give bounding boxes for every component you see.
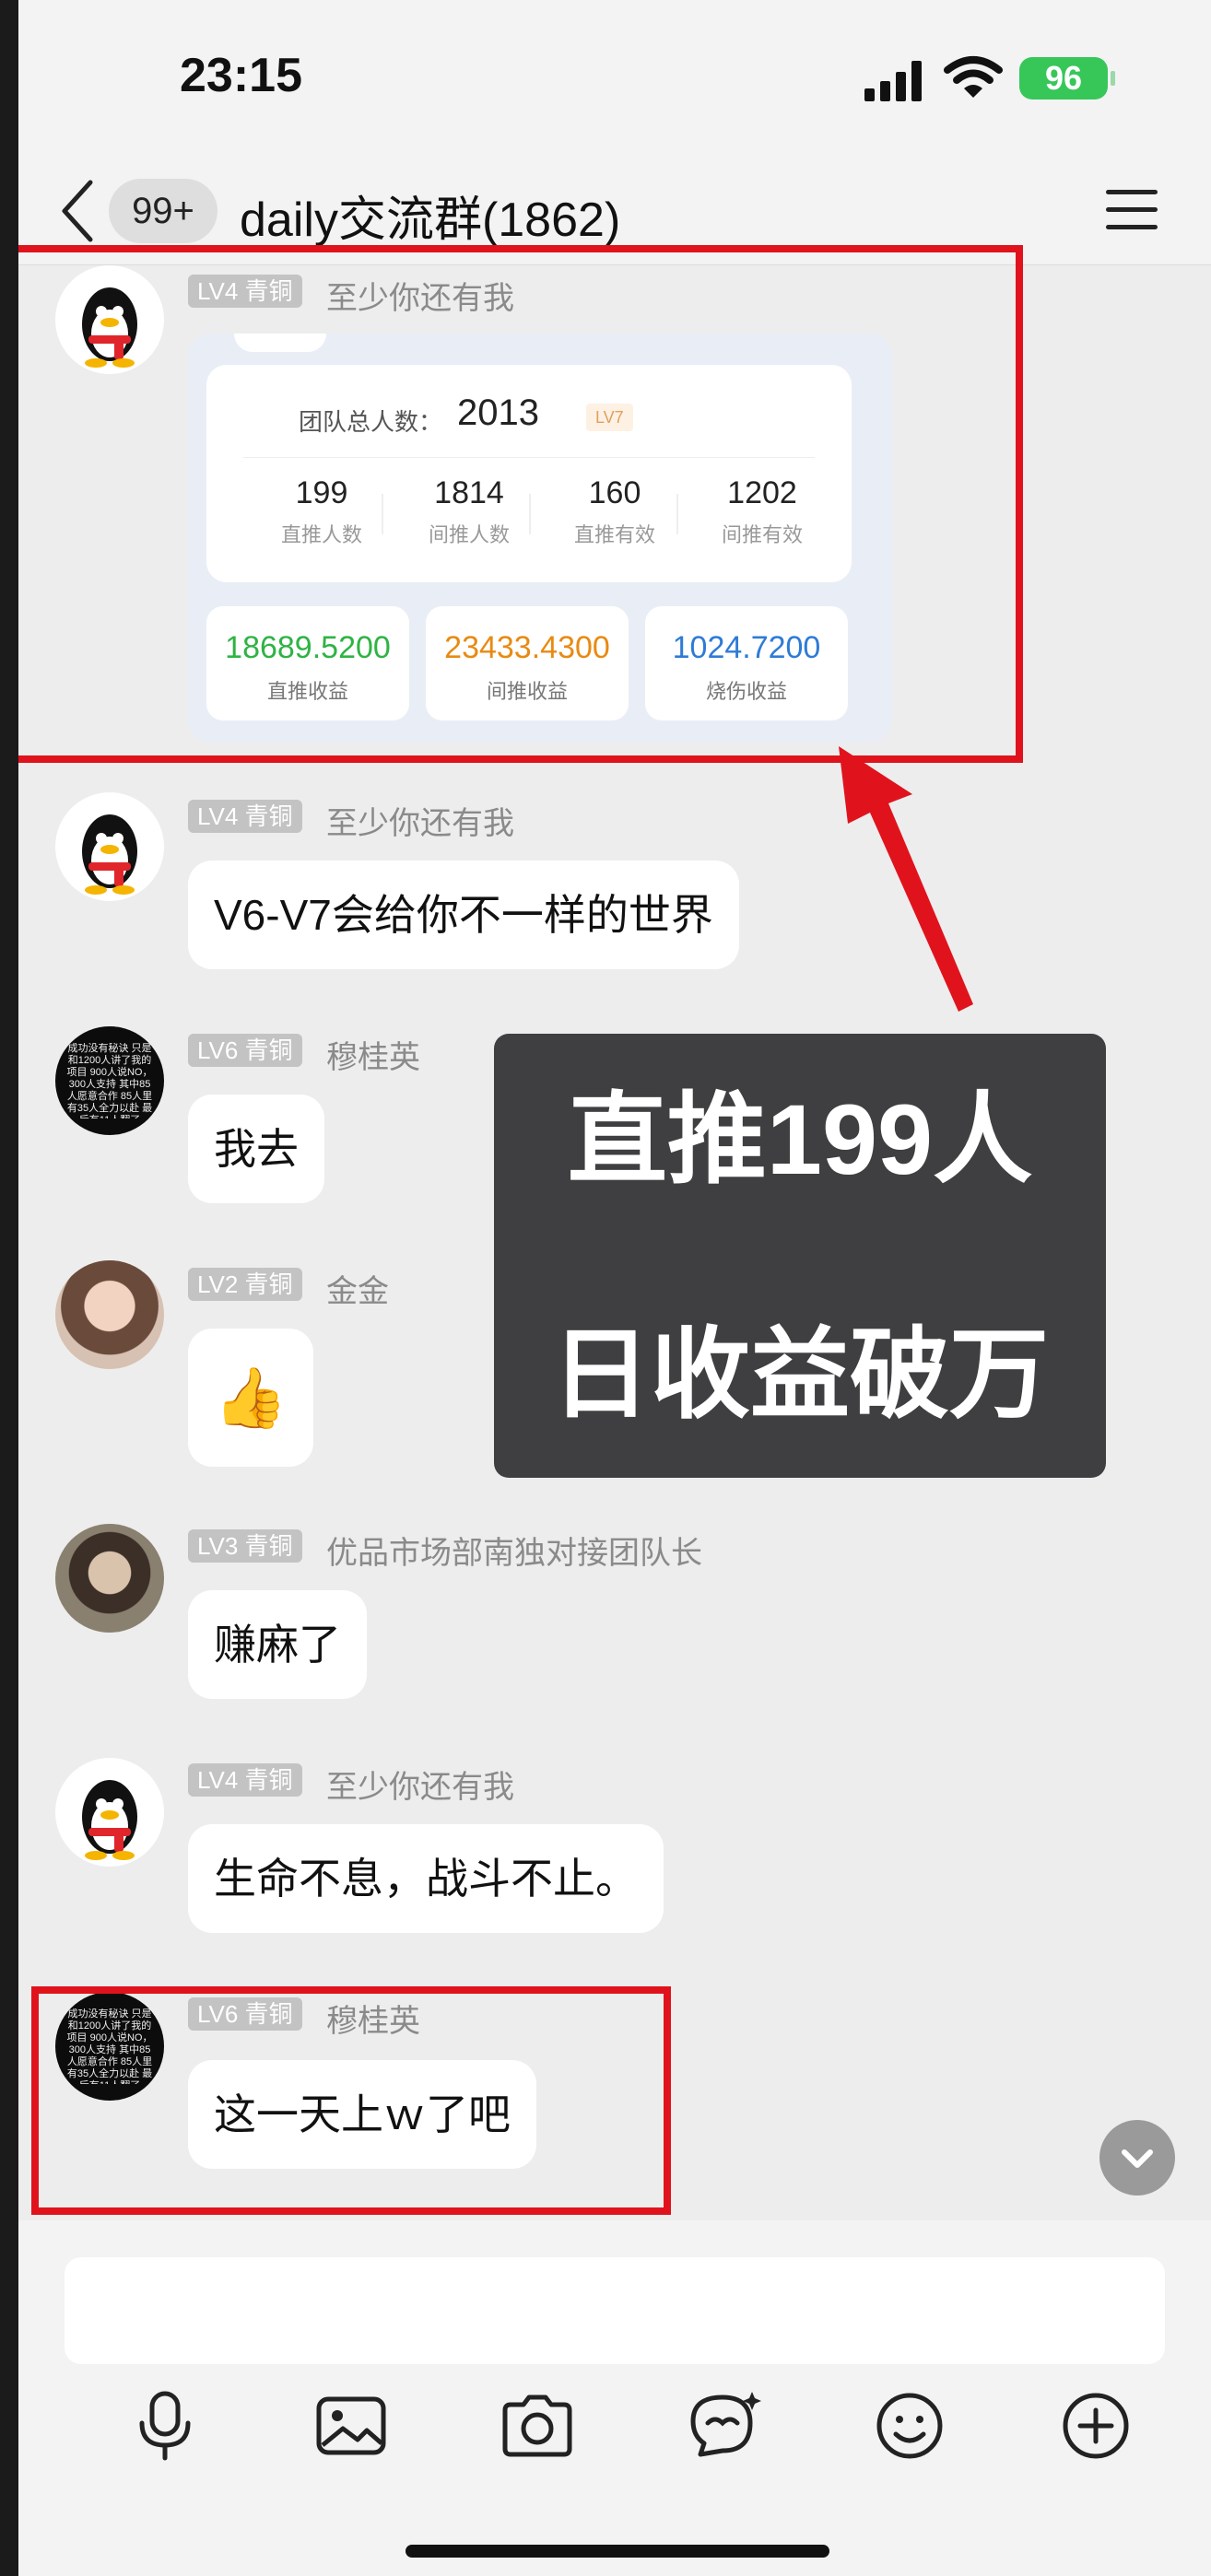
image-icon[interactable] [310,2384,393,2467]
level-badge: LV6 青铜 [188,1034,302,1067]
qq-penguin-avatar[interactable] [55,792,164,901]
home-indicator [406,2545,829,2558]
status-time: 23:15 [180,49,302,102]
message-bubble[interactable]: 生命不息，战斗不止。 [188,1824,664,1933]
overlay-line-1: 直推199人 [567,1083,1033,1195]
level-badge: LV2 青铜 [188,1268,302,1301]
back-arrow-icon[interactable] [59,179,96,243]
message-bubble[interactable]: 赚麻了 [188,1590,367,1699]
chevron-down-icon [1122,2149,1153,2168]
plus-icon[interactable] [1054,2384,1137,2467]
text-image-avatar[interactable]: 成功没有秘诀 只是和1200人讲了我的项目 900人说NO，300人支持 其中8… [55,1026,164,1135]
status-bar: 23:15 96 [18,0,1211,157]
sender-name[interactable]: 至少你还有我 [326,798,514,843]
message-bubble[interactable]: V6-V7会给你不一样的世界 [188,861,739,969]
sender-name[interactable]: 优品市场部南独对接团队长 [326,1528,702,1573]
level-badge: LV4 青铜 [188,1763,302,1797]
group-title[interactable]: daily交流群(1862) [240,181,620,250]
input-bar [18,2220,1211,2576]
message-bubble[interactable]: 我去 [188,1095,324,1203]
overlay-caption: 直推199人 日收益破万 [494,1034,1106,1478]
thumbs-up-message[interactable]: 👍 [188,1329,313,1467]
wifi-icon [944,56,1003,98]
ai-assistant-icon[interactable] [682,2384,765,2467]
unread-count-badge[interactable]: 99+ [109,179,218,243]
sender-name[interactable]: 穆桂英 [326,1032,420,1077]
qq-penguin-avatar[interactable] [55,1758,164,1867]
cellular-signal-icon [864,61,922,101]
red-arrow-annotation [839,746,973,1012]
level-badge: LV4 青铜 [188,800,302,833]
microphone-icon[interactable] [123,2384,206,2467]
message-input[interactable] [65,2257,1165,2364]
girl-photo-avatar[interactable] [55,1260,164,1369]
boy-photo-avatar[interactable] [55,1524,164,1633]
highlight-box [31,1986,671,2215]
battery-indicator: 96 [1019,57,1115,100]
highlight-box [18,245,1023,763]
scroll-to-bottom-button[interactable] [1099,2120,1175,2195]
sender-name[interactable]: 至少你还有我 [326,1762,514,1807]
screen: 23:15 96 99+ daily交流群(1862) LV4 青铜 至少你还有… [18,0,1211,2576]
overlay-line-2: 日收益破万 [550,1318,1049,1430]
camera-icon[interactable] [496,2384,579,2467]
sender-name[interactable]: 金金 [326,1266,389,1311]
menu-icon[interactable] [1106,190,1158,230]
emoji-icon[interactable] [868,2384,951,2467]
level-badge: LV3 青铜 [188,1529,302,1563]
